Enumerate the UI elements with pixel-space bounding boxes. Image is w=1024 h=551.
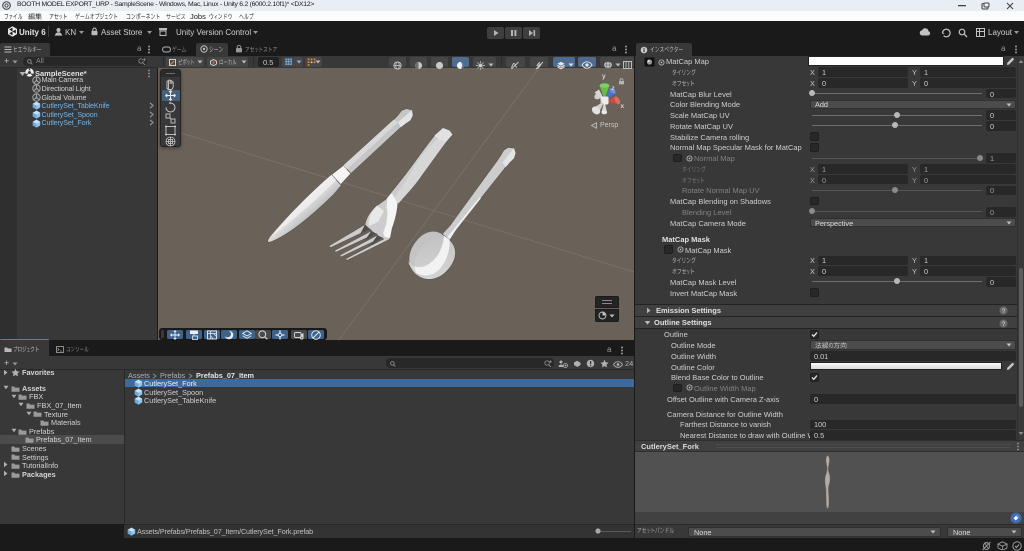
svg-text:?: ? — [1002, 321, 1006, 328]
svg-text:?: ? — [1002, 308, 1006, 315]
